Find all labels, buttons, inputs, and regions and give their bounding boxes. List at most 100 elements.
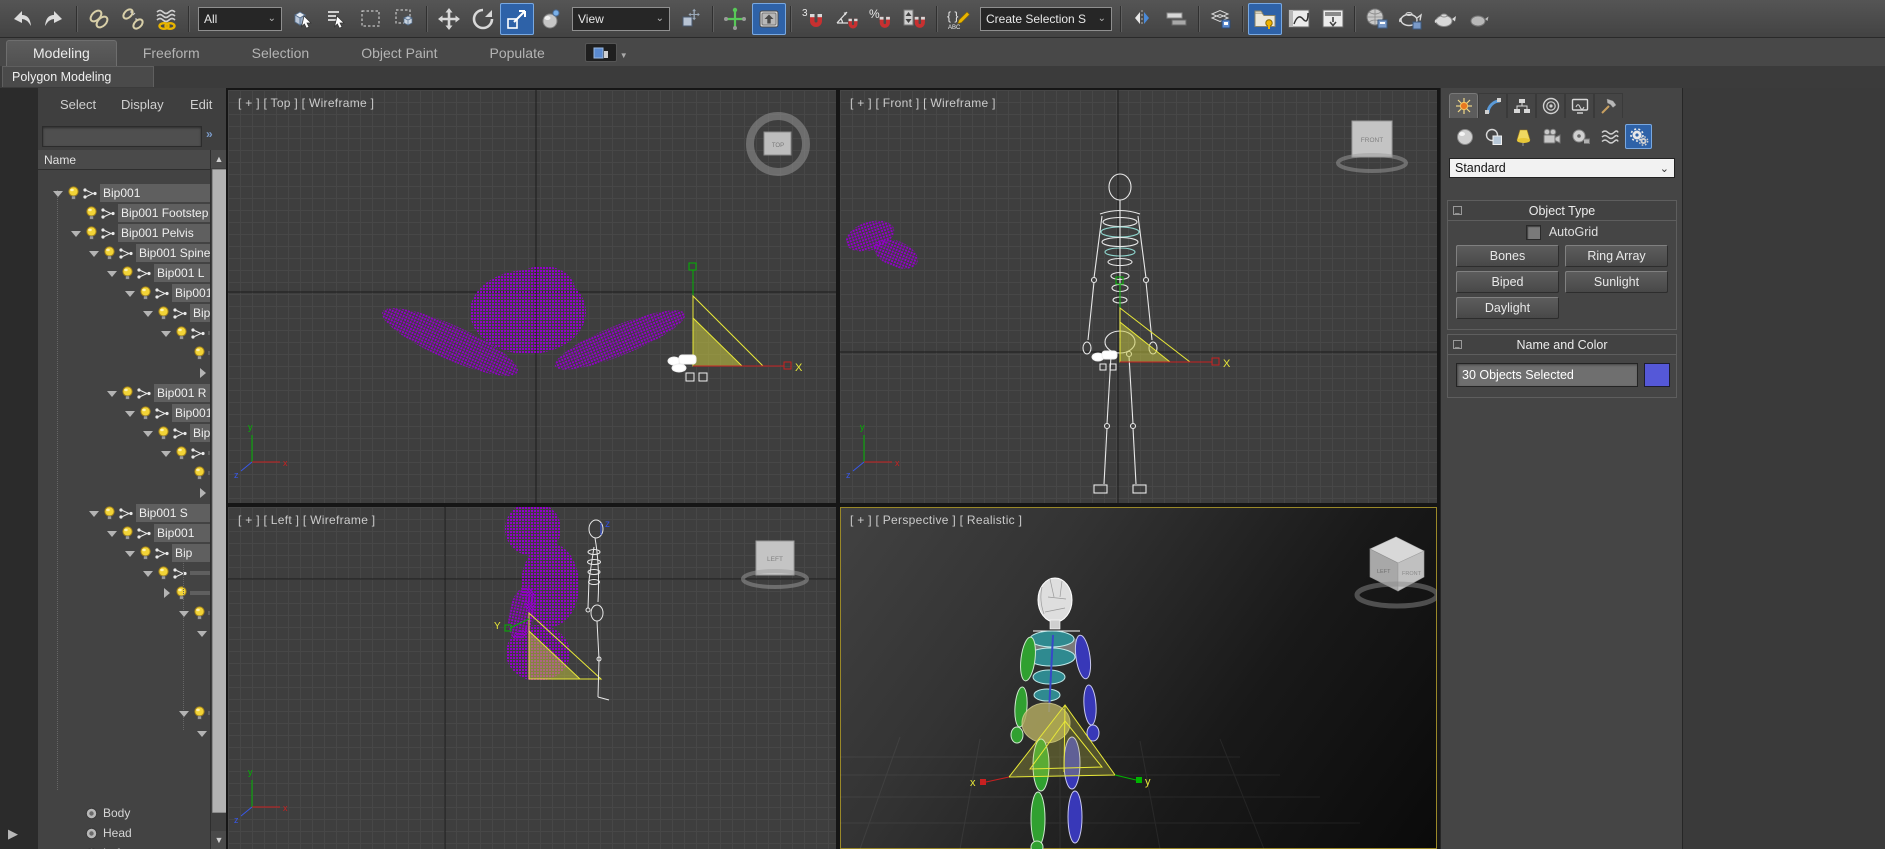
align-icon[interactable]	[1160, 3, 1194, 35]
spinner-snap-icon[interactable]	[898, 3, 932, 35]
tree-row[interactable]	[38, 683, 210, 703]
footsteps-gizmo-front[interactable]: X	[1115, 276, 1231, 370]
tree-row[interactable]: Bip	[38, 303, 210, 323]
viewport-left-label[interactable]: [ + ] [ Left ] [ Wireframe ]	[238, 513, 375, 527]
select-and-link-icon[interactable]	[82, 3, 116, 35]
expand-arrow-icon[interactable]	[160, 327, 173, 340]
tree-row[interactable]: Bip001 Pelvis	[38, 223, 210, 243]
tab-populate[interactable]: Populate	[463, 41, 570, 66]
visibility-bulb-icon[interactable]	[139, 545, 152, 561]
explorer-menu-display[interactable]: Display	[121, 97, 164, 112]
expand-arrow-icon[interactable]	[196, 367, 209, 380]
visibility-bulb-icon[interactable]	[157, 565, 170, 581]
viewport-perspective-label[interactable]: [ + ] [ Perspective ] [ Realistic ]	[850, 513, 1022, 527]
systems-icon[interactable]	[1625, 124, 1652, 149]
skeleton-left[interactable]	[585, 519, 610, 701]
layer-explorer-icon[interactable]	[1204, 3, 1238, 35]
visibility-bulb-icon[interactable]	[175, 445, 188, 461]
tree-row[interactable]: Bip001	[38, 403, 210, 423]
visibility-bulb-icon[interactable]	[121, 385, 134, 401]
lights-icon[interactable]	[1509, 124, 1536, 149]
visibility-bulb-icon[interactable]	[139, 405, 152, 421]
curve-editor-icon[interactable]	[1282, 3, 1316, 35]
expand-arrow-icon[interactable]	[106, 527, 119, 540]
tree-row[interactable]	[38, 583, 210, 603]
cameras-icon[interactable]	[1538, 124, 1565, 149]
scene-explorer-toggle-icon[interactable]	[1248, 2, 1282, 35]
scrollbar-thumb[interactable]	[212, 169, 227, 813]
redo-icon[interactable]	[38, 3, 72, 35]
expand-arrow-icon[interactable]	[178, 607, 191, 620]
footsteps-gizmo-top[interactable]: X	[688, 262, 803, 374]
tree-row[interactable]	[38, 343, 210, 363]
tree-row[interactable]: Bip001	[38, 183, 210, 203]
tab-object-paint[interactable]: Object Paint	[335, 41, 463, 66]
viewcube-front[interactable]: FRONT	[1336, 120, 1408, 173]
expand-arrow-icon[interactable]	[160, 447, 173, 460]
tree-row[interactable]: Bip001	[38, 283, 210, 303]
tree-row[interactable]	[38, 563, 210, 583]
visibility-bulb-icon[interactable]	[85, 225, 98, 241]
ribbon-minimize-caret-icon[interactable]: ▼	[620, 51, 628, 60]
tab-freeform[interactable]: Freeform	[117, 41, 226, 66]
tree-row[interactable]	[38, 603, 210, 623]
viewport-perspective[interactable]: x y LEFT FRONT [ + ] [ Perspective ] [ R…	[840, 507, 1437, 849]
tab-create-icon[interactable]	[1449, 93, 1478, 118]
visibility-bulb-icon[interactable]	[85, 205, 98, 221]
autogrid-checkbox[interactable]	[1525, 224, 1541, 240]
expand-arrow-icon[interactable]	[106, 387, 119, 400]
footsteps-gizmo-perspective[interactable]: x y	[970, 704, 1151, 789]
ring-array-button[interactable]: Ring Array	[1565, 245, 1668, 267]
rendered-frame-window-icon[interactable]	[1394, 3, 1428, 35]
tree-row[interactable]	[38, 323, 210, 343]
expand-arrow-icon[interactable]	[196, 627, 209, 640]
panel-flyout-arrow-icon[interactable]: ▶	[8, 826, 18, 842]
mirror-icon[interactable]	[1126, 3, 1160, 35]
explorer-scrollbar[interactable]: ▲ ▼	[210, 150, 227, 849]
snaps-toggle-icon[interactable]: 3	[796, 3, 830, 35]
selection-filter-dropdown[interactable]: All ⌄	[198, 6, 282, 31]
object-dot-icon[interactable]	[85, 807, 98, 820]
select-and-scale-icon[interactable]	[500, 2, 534, 35]
explorer-more-chevron[interactable]: »	[206, 127, 213, 141]
tree-row[interactable]: Bip	[38, 423, 210, 443]
object-name-field[interactable]: 30 Objects Selected	[1456, 363, 1638, 387]
render-iterative-icon[interactable]	[1462, 3, 1496, 35]
rollout-minimize-icon[interactable]: _	[1453, 340, 1462, 349]
tree-row[interactable]	[38, 783, 210, 803]
tab-display-icon[interactable]	[1565, 93, 1594, 118]
expand-arrow-icon[interactable]	[196, 487, 209, 500]
visibility-bulb-icon[interactable]	[193, 465, 206, 481]
tab-motion-icon[interactable]	[1536, 93, 1565, 118]
angle-snap-icon[interactable]	[830, 3, 864, 35]
visibility-bulb-icon[interactable]	[67, 185, 80, 201]
tree-row[interactable]: Bip001	[38, 523, 210, 543]
polygon-modeling-panel-tab[interactable]: Polygon Modeling	[2, 66, 154, 87]
tree-row[interactable]	[38, 363, 210, 383]
viewcube-top[interactable]: TOP	[746, 112, 810, 176]
tree-row[interactable]: Leftarm	[38, 843, 210, 849]
bind-to-space-warp-icon[interactable]	[150, 3, 184, 35]
select-and-place-icon[interactable]	[534, 3, 568, 35]
sunlight-button[interactable]: Sunlight	[1565, 271, 1668, 293]
tree-row[interactable]: Head	[38, 823, 210, 843]
unlink-selection-icon[interactable]	[116, 3, 150, 35]
visibility-bulb-icon[interactable]	[103, 245, 116, 261]
visibility-bulb-icon[interactable]	[175, 585, 188, 601]
category-dropdown[interactable]: Standard ⌄	[1449, 158, 1675, 178]
biped-perspective[interactable]	[1010, 577, 1100, 849]
expand-arrow-icon[interactable]	[106, 267, 119, 280]
viewport-front[interactable]: X FRONT y x z [ + ] [ Front ] [ Wirefram…	[840, 90, 1437, 503]
tree-row[interactable]	[38, 743, 210, 763]
biped-button[interactable]: Biped	[1456, 271, 1559, 293]
viewcube-perspective[interactable]: LEFT FRONT	[1354, 536, 1437, 609]
footsteps-front-wireframe[interactable]	[842, 215, 922, 275]
expand-arrow-icon[interactable]	[142, 427, 155, 440]
expand-arrow-icon[interactable]	[142, 567, 155, 580]
daylight-button[interactable]: Daylight	[1456, 297, 1559, 319]
visibility-bulb-icon[interactable]	[121, 265, 134, 281]
tree-row[interactable]	[38, 723, 210, 743]
rollout-minimize-icon[interactable]: _	[1453, 206, 1462, 215]
expand-arrow-icon[interactable]	[88, 247, 101, 260]
tree-row[interactable]	[38, 763, 210, 783]
